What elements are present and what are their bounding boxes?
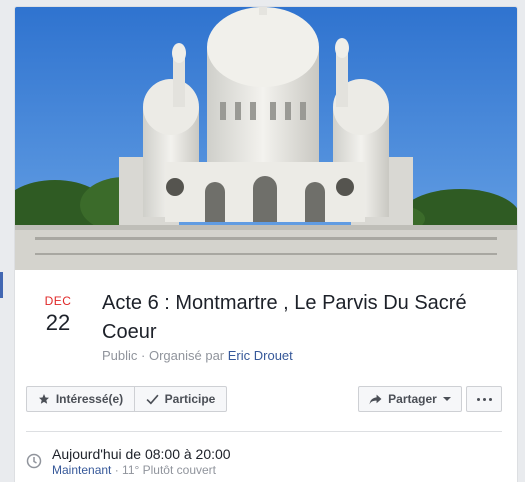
event-cover-photo[interactable]	[15, 7, 517, 270]
event-title: Acte 6 : Montmartre , Le Parvis Du Sacré…	[102, 292, 467, 343]
event-time-status: Maintenant · 11° Plutôt couvert	[52, 463, 216, 478]
organized-by-label: Organisé par	[148, 348, 228, 363]
event-card: DEC 22 Acte 6 : Montmartre , Le Parvis D…	[14, 6, 518, 482]
share-button[interactable]: Partager	[358, 386, 462, 412]
event-privacy: Public	[102, 348, 138, 363]
event-meta: Public · Organisé par Eric Drouet	[102, 348, 293, 364]
ellipsis-icon	[476, 397, 492, 401]
weather-text: · 11° Plutôt couvert	[111, 463, 216, 477]
selected-indicator	[0, 272, 3, 298]
star-icon	[38, 394, 49, 404]
chevron-down-icon	[442, 397, 451, 401]
event-time: Aujourd'hui de 08:00 à 20:00	[52, 446, 231, 462]
going-button[interactable]: Participe	[134, 386, 227, 412]
event-date-day: 22	[45, 310, 71, 335]
event-date: DEC 22	[35, 293, 81, 337]
left-edge	[0, 0, 14, 481]
more-options-button[interactable]	[466, 386, 502, 412]
share-label: Partager	[388, 392, 437, 406]
interested-button[interactable]: Intéressé(e)	[26, 386, 135, 412]
meta-separator: ·	[137, 348, 149, 363]
now-label[interactable]: Maintenant	[52, 463, 111, 477]
event-date-month: DEC	[44, 294, 72, 308]
clock-icon	[26, 453, 42, 469]
event-host-link[interactable]: Eric Drouet	[228, 348, 293, 363]
sacre-coeur-photo	[15, 7, 517, 270]
share-arrow-icon	[369, 394, 382, 404]
interested-label: Intéressé(e)	[55, 392, 124, 406]
divider	[26, 431, 502, 432]
checkmark-icon	[146, 394, 159, 405]
going-label: Participe	[164, 392, 216, 406]
